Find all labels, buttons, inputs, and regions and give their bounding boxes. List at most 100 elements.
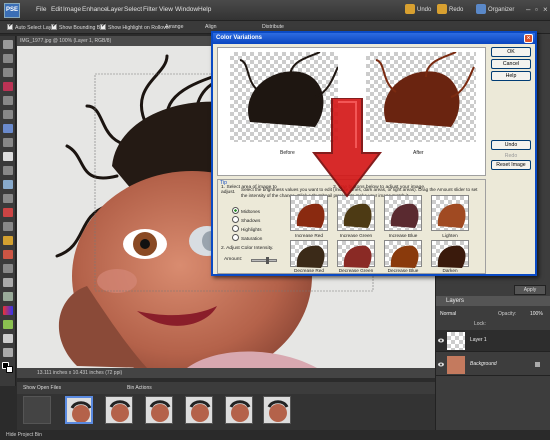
show-bounding-box-option[interactable]: Show Bounding Box — [51, 22, 106, 31]
shape-tool-icon[interactable] — [3, 320, 13, 329]
brush-tool-icon[interactable] — [3, 264, 13, 273]
decrease-red-label: Decrease Red — [294, 268, 324, 273]
decrease-red-thumb[interactable] — [290, 240, 328, 268]
bin-thumbnail-selected[interactable] — [65, 396, 93, 424]
hand-tool-icon[interactable] — [3, 68, 13, 77]
midtones-radio[interactable]: Midtones — [232, 207, 260, 214]
shadows-radio[interactable]: Shadows — [232, 216, 260, 223]
clone-stamp-tool-icon[interactable] — [3, 236, 13, 245]
eye-icon[interactable] — [438, 338, 444, 343]
blur-tool-icon[interactable] — [3, 334, 13, 343]
menu-enhance[interactable]: Enhance — [82, 6, 108, 13]
move-tool-icon[interactable] — [3, 40, 13, 49]
close-icon[interactable]: × — [524, 34, 533, 43]
type-tool-icon[interactable] — [3, 152, 13, 161]
gradient-tool-icon[interactable] — [3, 306, 13, 315]
menu-help[interactable]: Help — [198, 6, 211, 13]
increase-blue-thumb[interactable] — [384, 195, 422, 231]
step-1-label: 1. Select area of image to adjust. — [221, 185, 277, 195]
decrease-green-thumb[interactable] — [337, 240, 375, 268]
menu-layer[interactable]: Layer — [107, 6, 123, 13]
lasso-tool-icon[interactable] — [3, 110, 13, 119]
menu-bar: PSE File Edit Image Enhance Layer Select… — [0, 0, 550, 21]
healing-brush-tool-icon[interactable] — [3, 222, 13, 231]
show-open-files-dropdown[interactable]: Show Open Files — [23, 385, 61, 391]
increase-red-label: Increase Red — [295, 233, 323, 238]
amount-slider[interactable] — [251, 257, 277, 264]
layer-row[interactable]: Background — [436, 354, 550, 376]
close-icon[interactable]: × — [543, 6, 550, 14]
layer-row-selected[interactable]: Layer 1 — [436, 330, 550, 352]
red-eye-tool-icon[interactable] — [3, 208, 13, 217]
checkbox-icon[interactable] — [51, 22, 57, 30]
smart-brush-tool-icon[interactable] — [3, 278, 13, 287]
darken-thumb[interactable] — [431, 240, 469, 268]
cookie-cutter-tool-icon[interactable] — [3, 180, 13, 189]
arrange-button[interactable]: Arrange — [165, 24, 183, 30]
bin-thumbnail[interactable] — [23, 396, 51, 424]
magic-wand-tool-icon[interactable] — [3, 124, 13, 133]
paint-bucket-tool-icon[interactable] — [3, 292, 13, 301]
menu-select[interactable]: Select — [124, 6, 142, 13]
undo-button[interactable]: Undo — [491, 140, 531, 150]
maximize-icon[interactable]: ▫ — [535, 6, 543, 14]
background-color-swatch[interactable] — [6, 366, 13, 373]
menu-edit[interactable]: Edit — [51, 6, 62, 13]
help-button[interactable]: Help — [491, 71, 531, 81]
bin-actions-menu[interactable]: Bin Actions — [127, 385, 152, 391]
decrease-blue-thumb[interactable] — [384, 240, 422, 268]
straighten-tool-icon[interactable] — [3, 194, 13, 203]
organizer-icon — [476, 4, 486, 15]
redo-button[interactable]: Redo — [437, 4, 463, 17]
eyedropper-tool-icon[interactable] — [3, 82, 13, 91]
ok-button[interactable]: OK — [491, 47, 531, 57]
align-button[interactable]: Align — [205, 24, 217, 30]
checkbox-icon[interactable] — [100, 22, 106, 30]
increase-red-thumb[interactable] — [290, 195, 328, 231]
menu-file[interactable]: File — [36, 6, 46, 13]
lighten-label: Lighten — [442, 233, 458, 238]
toolbox — [0, 36, 16, 386]
bin-thumbnail[interactable] — [263, 396, 291, 424]
organizer-button[interactable]: Organizer — [476, 4, 514, 17]
bin-thumbnail[interactable] — [105, 396, 133, 424]
lock-icon — [535, 362, 540, 367]
distribute-button[interactable]: Distribute — [262, 24, 284, 30]
decrease-blue-label: Decrease Blue — [387, 268, 419, 273]
reset-image-button[interactable]: Reset Image — [491, 160, 531, 170]
menu-image[interactable]: Image — [63, 6, 81, 13]
sponge-tool-icon[interactable] — [3, 348, 13, 357]
eraser-tool-icon[interactable] — [3, 250, 13, 259]
apply-button[interactable]: Apply — [514, 285, 546, 295]
lighten-thumb[interactable] — [431, 195, 469, 231]
undo-button[interactable]: Undo — [405, 4, 431, 17]
crop-tool-icon[interactable] — [3, 166, 13, 175]
zoom-tool-icon[interactable] — [3, 54, 13, 63]
layer-thumbnail — [447, 356, 465, 374]
quick-selection-tool-icon[interactable] — [3, 138, 13, 147]
highlights-radio[interactable]: Highlights — [232, 225, 262, 232]
bin-thumbnail[interactable] — [185, 396, 213, 424]
document-status-bar: 13.111 inches x 10.431 inches (72 ppi) — [17, 368, 435, 378]
eye-icon[interactable] — [438, 362, 444, 367]
cancel-button[interactable]: Cancel — [491, 59, 531, 69]
auto-select-layer-option[interactable]: Auto Select Layer — [7, 22, 56, 31]
bin-thumbnail[interactable] — [145, 396, 173, 424]
marquee-tool-icon[interactable] — [3, 96, 13, 105]
checkbox-icon[interactable] — [7, 22, 13, 30]
blend-mode-select[interactable]: Normal — [440, 311, 456, 317]
menu-window[interactable]: Window — [175, 6, 198, 13]
hide-project-bin-toggle[interactable]: Hide Project Bin — [0, 430, 550, 440]
darken-label: Darken — [442, 268, 458, 273]
dialog-title: Color Variations — [213, 33, 535, 44]
opacity-label: Opacity: — [498, 311, 517, 317]
minimize-icon[interactable]: – — [526, 6, 534, 14]
bin-thumbnail[interactable] — [225, 396, 253, 424]
step-2-label: 2. Adjust Color Intensity. — [221, 246, 274, 251]
opacity-input[interactable]: 100% — [530, 311, 543, 317]
saturation-radio[interactable]: Saturation — [232, 234, 262, 241]
menu-view[interactable]: View — [159, 6, 173, 13]
menu-filter[interactable]: Filter — [143, 6, 157, 13]
increase-green-thumb[interactable] — [337, 195, 375, 231]
show-highlight-option[interactable]: Show Highlight on Rollover — [100, 22, 170, 31]
